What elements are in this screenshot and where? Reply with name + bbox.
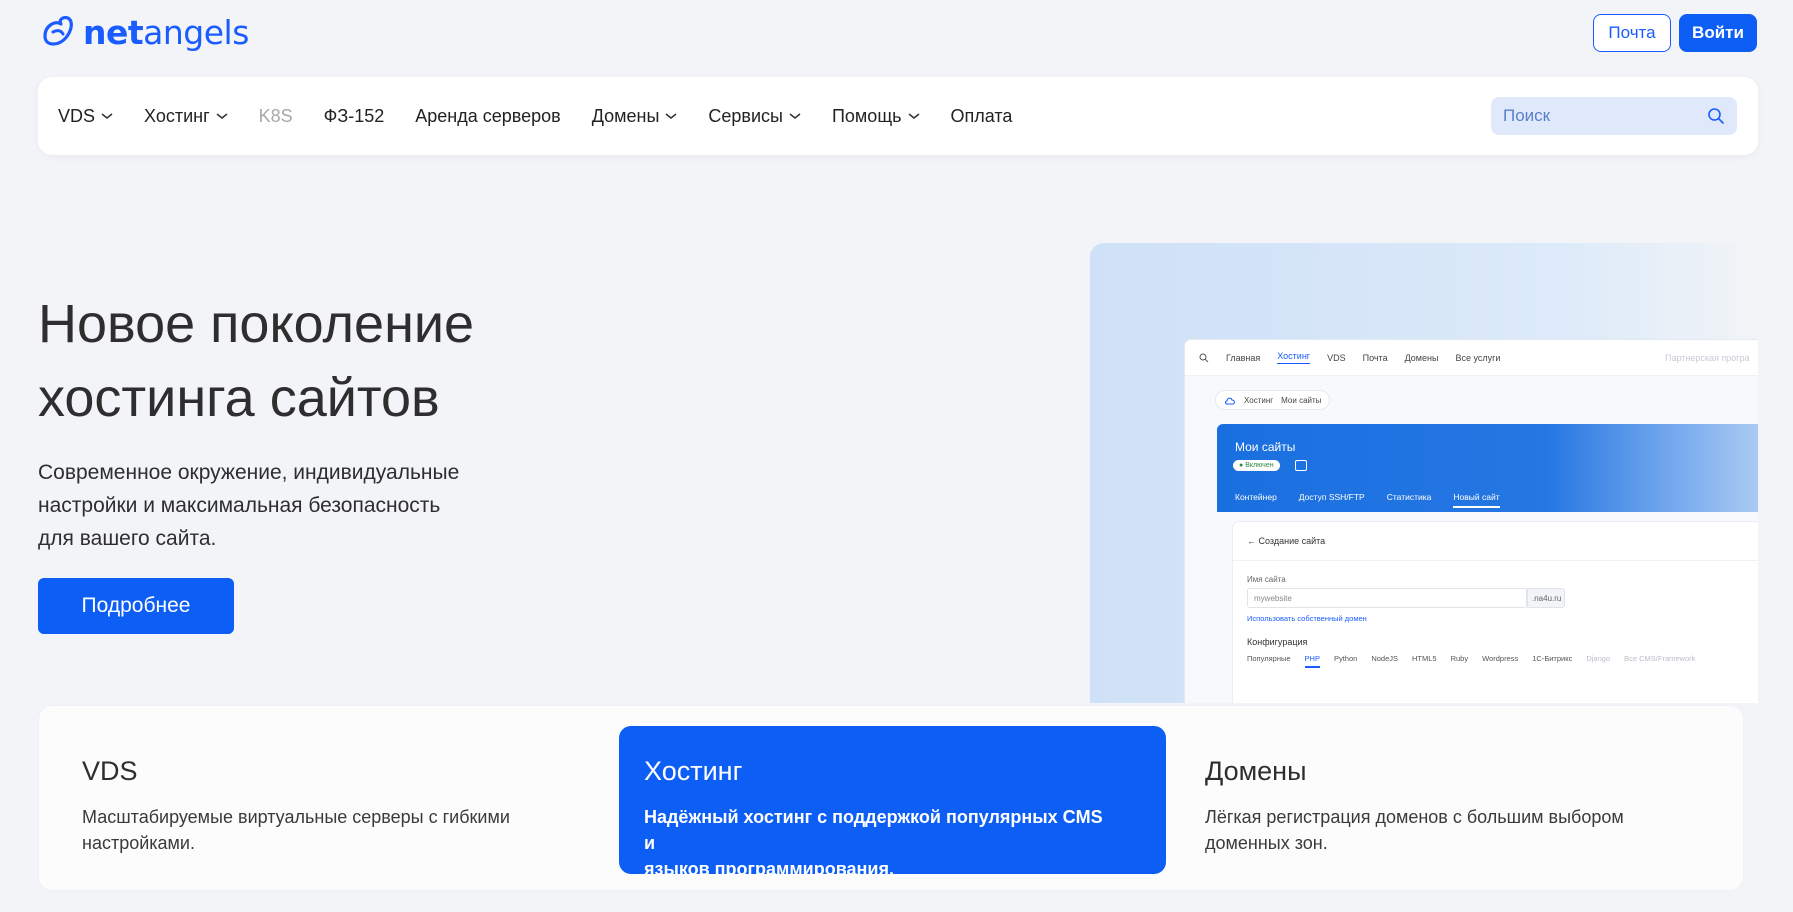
nav-item-server-rent[interactable]: Аренда серверов bbox=[415, 106, 560, 127]
mockup-config-label: Конфигурация bbox=[1247, 637, 1308, 647]
mail-button[interactable]: Почта bbox=[1593, 14, 1671, 52]
mockup-nav-item: Все услуги bbox=[1455, 352, 1501, 363]
nav-item-payment[interactable]: Оплата bbox=[951, 106, 1013, 127]
mockup-create-site-card: ← Создание сайта Имя сайта mywebsite .na… bbox=[1233, 522, 1758, 703]
mockup-nav-item: Почта bbox=[1362, 352, 1388, 363]
chevron-down-icon bbox=[101, 113, 113, 119]
search-icon[interactable] bbox=[1707, 107, 1725, 125]
login-button[interactable]: Войти bbox=[1679, 14, 1757, 52]
mockup-nav-right: Партнерская програ bbox=[1665, 352, 1750, 363]
nav-item-k8s[interactable]: K8S bbox=[259, 106, 293, 127]
nav-item-services[interactable]: Сервисы bbox=[708, 106, 801, 127]
mockup-own-domain-link: Использовать собственный домен bbox=[1247, 614, 1367, 623]
nav-item-fz152[interactable]: ФЗ-152 bbox=[324, 106, 385, 127]
cloud-icon bbox=[1225, 397, 1235, 404]
chevron-down-icon bbox=[665, 113, 677, 119]
card-description: Лёгкая регистрация доменов с большим выб… bbox=[1205, 807, 1624, 853]
status-badge: ● Включен bbox=[1233, 460, 1280, 471]
calendar-icon bbox=[1295, 460, 1307, 471]
service-card-domains[interactable]: Домены Лёгкая регистрация доменов с боль… bbox=[1166, 726, 1726, 874]
card-description: Масштабируемые виртуальные серверы с гиб… bbox=[82, 807, 510, 853]
nav-item-hosting[interactable]: Хостинг bbox=[144, 106, 228, 127]
service-cards: VDS Масштабируемые виртуальные серверы с… bbox=[38, 705, 1744, 891]
more-button[interactable]: Подробнее bbox=[38, 578, 234, 634]
mockup-tab: Новый сайт bbox=[1453, 492, 1500, 508]
nav-item-domains[interactable]: Домены bbox=[592, 106, 678, 127]
hero-subtitle: Современное окружение, индивидуальные нас… bbox=[38, 461, 460, 550]
service-card-hosting[interactable]: Хостинг Надёжный хостинг с поддержкой по… bbox=[619, 726, 1166, 879]
top-bar: netangels Почта Войти bbox=[0, 0, 1793, 68]
mockup-tab: Статистика bbox=[1386, 492, 1432, 502]
card-description: Надёжный хостинг с поддержкой популярных… bbox=[644, 807, 1103, 879]
mockup-field-suffix: .na4u.ru bbox=[1527, 588, 1565, 608]
card-title: VDS bbox=[82, 756, 138, 786]
chevron-down-icon bbox=[789, 113, 801, 119]
nav-item-help[interactable]: Помощь bbox=[832, 106, 920, 127]
logo-text: netangels bbox=[83, 12, 249, 52]
service-card-vds[interactable]: VDS Масштабируемые виртуальные серверы с… bbox=[39, 726, 619, 874]
logo[interactable]: netangels bbox=[37, 12, 249, 52]
search-box[interactable] bbox=[1491, 97, 1737, 135]
dashboard-mockup: Главная Хостинг VDS Почта Домены Все усл… bbox=[1185, 340, 1758, 703]
mockup-nav-item: Хостинг bbox=[1277, 351, 1311, 364]
search-icon bbox=[1199, 353, 1209, 362]
mockup-language-tabs: Популярные PHP Python NodeJS HTML5 Ruby … bbox=[1247, 654, 1695, 668]
main-nav: VDS Хостинг K8S ФЗ-152 Аренда серверов Д… bbox=[38, 77, 1758, 155]
mockup-title: Мои сайты bbox=[1235, 440, 1296, 454]
search-input[interactable] bbox=[1503, 106, 1703, 126]
hero-illustration: Главная Хостинг VDS Почта Домены Все усл… bbox=[1090, 243, 1758, 703]
mockup-nav: Главная Хостинг VDS Почта Домены Все усл… bbox=[1185, 340, 1758, 376]
card-title: Хостинг bbox=[644, 756, 743, 786]
mockup-field-label: Имя сайта bbox=[1247, 575, 1286, 584]
mockup-nav-item: VDS bbox=[1327, 352, 1346, 363]
mockup-nav-item: Главная bbox=[1226, 352, 1261, 363]
angel-wing-logo-icon bbox=[43, 15, 73, 46]
chevron-down-icon bbox=[908, 113, 919, 119]
mockup-tab: Контейнер bbox=[1235, 492, 1277, 502]
mockup-tabs: Контейнер Доступ SSH/FTP Статистика Новы… bbox=[1235, 492, 1500, 508]
mockup-tab: Доступ SSH/FTP bbox=[1298, 492, 1365, 502]
hero-title: Новое поколение хостинга сайтов bbox=[38, 294, 475, 428]
mockup-breadcrumb: Хостинг Мои сайты bbox=[1215, 390, 1331, 410]
chevron-down-icon bbox=[216, 113, 228, 119]
mockup-field-input: mywebsite bbox=[1247, 588, 1527, 608]
card-title: Домены bbox=[1205, 756, 1307, 786]
mockup-header: Мои сайты ● Включен Контейнер Доступ SSH… bbox=[1217, 424, 1758, 512]
mockup-card-title: ← Создание сайта bbox=[1247, 536, 1326, 546]
nav-item-vds[interactable]: VDS bbox=[58, 106, 113, 127]
mockup-nav-item: Домены bbox=[1404, 352, 1439, 363]
